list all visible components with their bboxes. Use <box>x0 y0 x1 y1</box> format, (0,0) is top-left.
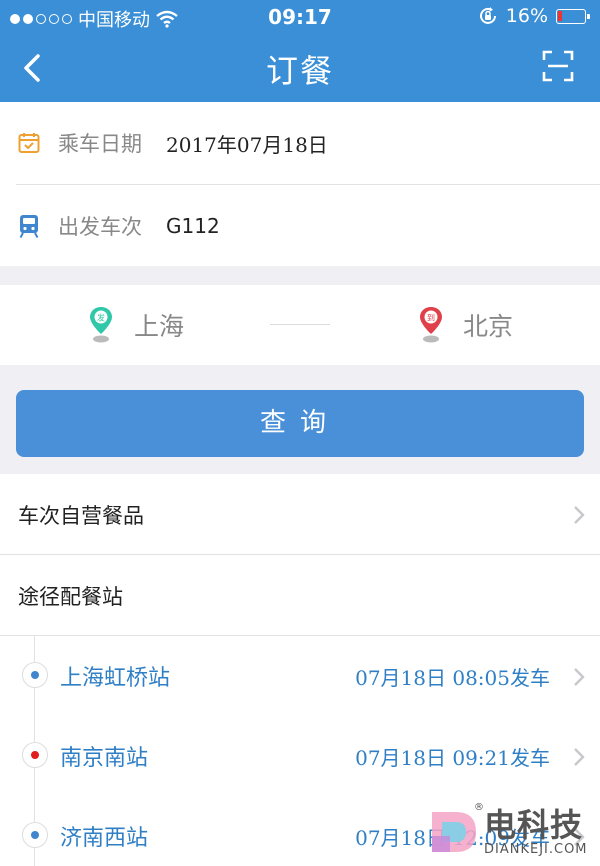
query-button[interactable]: 查询 <box>16 390 584 457</box>
date-row[interactable]: 乘车日期 2017年07月18日 <box>0 102 600 184</box>
arrival-tag: 到 <box>427 314 435 323</box>
train-label: 出发车次 <box>58 214 142 239</box>
calendar-icon <box>18 133 40 153</box>
stations-header-row: 途径配餐站 <box>0 555 600 635</box>
trip-info-panel: 乘车日期 2017年07月18日 出发车次 G112 <box>0 102 600 266</box>
watermark-text: 电科技 <box>484 806 584 844</box>
station-name: 济南西站 <box>60 826 149 851</box>
route-connector <box>270 324 330 325</box>
top-header: 中国移动 09:17 16% 订餐 <box>0 0 600 102</box>
self-meal-label: 车次自营餐品 <box>18 504 144 528</box>
chevron-right-icon <box>574 748 585 766</box>
station-row[interactable]: 南京南站 07月18日 09:21发车 <box>0 716 600 796</box>
chevron-right-icon <box>574 506 585 524</box>
station-departure-time: 07月18日 09:21发车 <box>355 746 550 770</box>
station-dot <box>22 662 48 688</box>
date-label: 乘车日期 <box>58 132 142 156</box>
watermark-mark <box>432 812 476 852</box>
route-panel: 发 上海 到 北京 <box>0 285 600 365</box>
station-name: 上海虹桥站 <box>60 666 171 691</box>
stations-title: 途径配餐站 <box>18 585 123 609</box>
departure-tag: 发 <box>97 313 105 323</box>
nav-bar: 订餐 <box>0 34 600 102</box>
registered-mark: ® <box>474 802 484 813</box>
station-name: 南京南站 <box>60 746 149 771</box>
watermark-subtext: DIANKEJI.COM <box>484 842 588 857</box>
chevron-right-icon <box>574 668 585 686</box>
station-dot <box>22 742 48 768</box>
page-title: 订餐 <box>265 52 334 90</box>
station-departure-time: 07月18日 08:05发车 <box>355 666 550 690</box>
train-value: G112 <box>166 213 220 238</box>
self-meal-row[interactable]: 车次自营餐品 <box>0 474 600 554</box>
train-row[interactable]: 出发车次 G112 <box>0 185 600 266</box>
station-row[interactable]: 上海虹桥站 07月18日 08:05发车 <box>0 636 600 716</box>
watermark-logo: ® 电科技 DIANKEJI.COM <box>424 800 600 866</box>
arrival-city[interactable]: 北京 <box>463 307 513 343</box>
orientation-lock-icon <box>479 7 496 24</box>
arrival-pin-icon: 到 <box>420 307 442 343</box>
battery-fill <box>558 10 562 21</box>
battery-icon <box>556 8 590 24</box>
departure-city[interactable]: 上海 <box>134 307 184 343</box>
train-icon <box>19 214 39 238</box>
status-bar: 中国移动 09:17 16% <box>0 0 600 34</box>
departure-pin-icon: 发 <box>90 307 112 343</box>
station-dot <box>22 822 48 848</box>
status-right: 16% <box>478 5 590 27</box>
scan-icon[interactable] <box>542 50 574 82</box>
date-value: 2017年07月18日 <box>166 132 328 157</box>
battery-percent: 16% <box>505 5 548 27</box>
